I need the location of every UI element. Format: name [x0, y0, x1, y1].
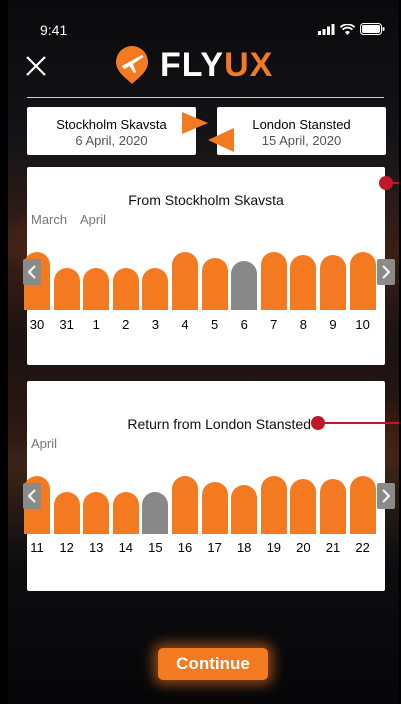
chevron-left-icon [27, 489, 36, 503]
day-label[interactable]: 7 [259, 317, 289, 332]
date-bar-8[interactable] [290, 255, 317, 310]
return-bars [24, 454, 385, 534]
outbound-calendar-card: From Stockholm Skavsta March April 30 31 1… [23, 167, 399, 365]
outbound-bars [24, 230, 385, 310]
date-bar-6[interactable] [231, 261, 258, 310]
date-bar-31[interactable] [53, 268, 80, 310]
next-dates-button[interactable] [377, 483, 395, 509]
chevron-right-icon [382, 489, 391, 503]
brand-ux: UX [224, 45, 274, 84]
date-bar-20[interactable] [290, 479, 317, 534]
battery-icon [360, 23, 385, 35]
date-bar-17[interactable] [201, 482, 228, 534]
day-label[interactable]: 15 [140, 540, 170, 555]
date-bar-15[interactable] [142, 492, 169, 534]
day-label[interactable]: 19 [259, 540, 289, 555]
plane-pin-icon [116, 46, 148, 84]
date-bar-13[interactable] [83, 492, 110, 534]
wifi-icon [340, 23, 355, 35]
prev-dates-button[interactable] [23, 259, 41, 285]
day-label[interactable]: 8 [288, 317, 318, 332]
date-bar-14[interactable] [112, 492, 139, 534]
status-bar: 9:41 [8, 0, 399, 48]
day-label[interactable]: 5 [200, 317, 230, 332]
date-bar-7[interactable] [260, 252, 287, 310]
day-label[interactable]: 16 [170, 540, 200, 555]
day-label[interactable]: 20 [288, 540, 318, 555]
day-label[interactable]: 14 [111, 540, 141, 555]
chevron-left-icon [27, 265, 36, 279]
continue-button[interactable]: Continue [158, 648, 268, 680]
signal-icon [318, 23, 335, 35]
day-label[interactable]: 12 [52, 540, 82, 555]
date-bar-4[interactable] [172, 252, 198, 310]
app-screen: 9:41 FLYUX Stockholm Skavsta 6 April, 20… [8, 0, 399, 704]
day-label[interactable]: 22 [348, 540, 378, 555]
return-title: Return from London Stansted [127, 416, 311, 432]
annotation-line [323, 422, 399, 424]
outbound-day-labels: 30 31 1 2 3 4 5 6 7 8 9 10 [27, 317, 385, 335]
destination-date: 15 April, 2020 [261, 133, 342, 148]
month-label: March [31, 212, 68, 227]
month-label: April [80, 212, 107, 227]
brand-fly: FLY [160, 45, 225, 84]
destination-card[interactable]: London Stansted 15 April, 2020 [217, 107, 386, 155]
day-label[interactable]: 9 [318, 317, 348, 332]
day-label[interactable]: 31 [52, 317, 82, 332]
origin-name: Stockholm Skavsta [56, 117, 167, 132]
date-bar-9[interactable] [320, 255, 346, 310]
swap-route-icon[interactable] [180, 110, 236, 156]
date-bar-16[interactable] [172, 476, 198, 534]
day-label[interactable]: 3 [140, 317, 170, 332]
date-bar-1[interactable] [83, 268, 110, 310]
outbound-title: From Stockholm Skavsta [128, 192, 284, 208]
day-label[interactable]: 11 [22, 540, 52, 555]
annotation-line [389, 182, 399, 184]
status-time: 9:41 [40, 22, 68, 38]
origin-card[interactable]: Stockholm Skavsta 6 April, 2020 [27, 107, 196, 155]
date-bar-22[interactable] [349, 476, 376, 534]
month-label: April [31, 436, 58, 451]
next-dates-button[interactable] [377, 259, 395, 285]
day-label[interactable]: 30 [22, 317, 52, 332]
date-bar-12[interactable] [53, 492, 80, 534]
brand-logo: FLYUX [112, 44, 273, 86]
return-calendar-card: Return from London Stansted April 11 12 13… [23, 381, 399, 591]
date-bar-19[interactable] [260, 476, 287, 534]
day-label[interactable]: 10 [348, 317, 378, 332]
day-label[interactable]: 13 [81, 540, 111, 555]
date-bar-3[interactable] [142, 268, 169, 310]
date-bar-5[interactable] [201, 258, 228, 310]
day-label[interactable]: 17 [200, 540, 230, 555]
prev-dates-button[interactable] [23, 483, 41, 509]
return-day-labels: 11 12 13 14 15 16 17 18 19 20 21 22 [27, 540, 385, 558]
day-label[interactable]: 4 [170, 317, 200, 332]
date-bar-18[interactable] [231, 485, 258, 534]
day-label[interactable]: 21 [318, 540, 348, 555]
header-divider [27, 97, 384, 98]
origin-date: 6 April, 2020 [75, 133, 148, 148]
day-label[interactable]: 2 [111, 317, 141, 332]
day-label[interactable]: 1 [81, 317, 111, 332]
date-bar-2[interactable] [112, 268, 139, 310]
day-label[interactable]: 18 [229, 540, 259, 555]
close-icon[interactable] [24, 54, 48, 78]
date-bar-21[interactable] [320, 479, 346, 534]
chevron-right-icon [382, 265, 391, 279]
date-bar-10[interactable] [349, 252, 376, 310]
day-label[interactable]: 6 [229, 317, 259, 332]
destination-name: London Stansted [252, 117, 351, 132]
